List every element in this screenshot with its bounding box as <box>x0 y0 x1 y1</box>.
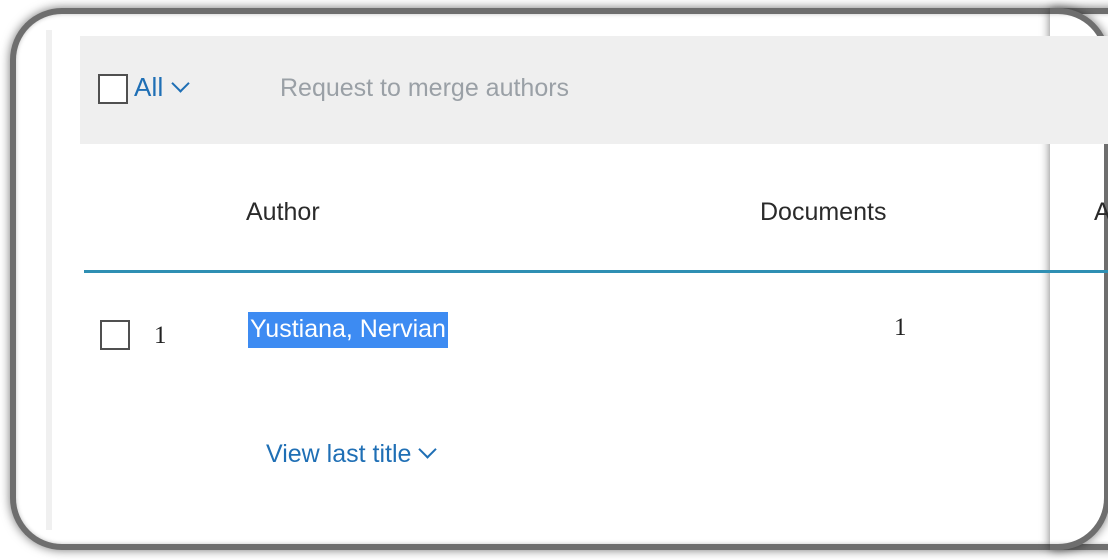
author-name-link[interactable]: Yustiana, Nervian <box>248 312 448 348</box>
left-divider <box>46 30 52 530</box>
column-header-truncated[interactable]: A <box>1094 198 1108 227</box>
chevron-down-icon <box>170 74 190 93</box>
select-all-label: All <box>134 72 164 102</box>
column-header-documents[interactable]: Documents <box>760 198 886 227</box>
chevron-down-icon <box>418 440 438 459</box>
row-checkbox[interactable] <box>100 320 130 350</box>
column-header-author[interactable]: Author <box>246 198 320 227</box>
row-index: 1 <box>154 322 167 349</box>
select-all-checkbox[interactable] <box>98 74 128 104</box>
documents-count[interactable]: 1 <box>894 314 907 342</box>
view-last-title-toggle[interactable]: View last title <box>266 440 438 469</box>
select-all-dropdown[interactable]: All <box>134 72 190 103</box>
view-last-title-label: View last title <box>266 440 412 468</box>
results-toolbar: All Request to merge authors <box>80 36 1108 144</box>
request-merge-authors-button[interactable]: Request to merge authors <box>280 74 569 103</box>
table-header-divider <box>84 270 1108 273</box>
